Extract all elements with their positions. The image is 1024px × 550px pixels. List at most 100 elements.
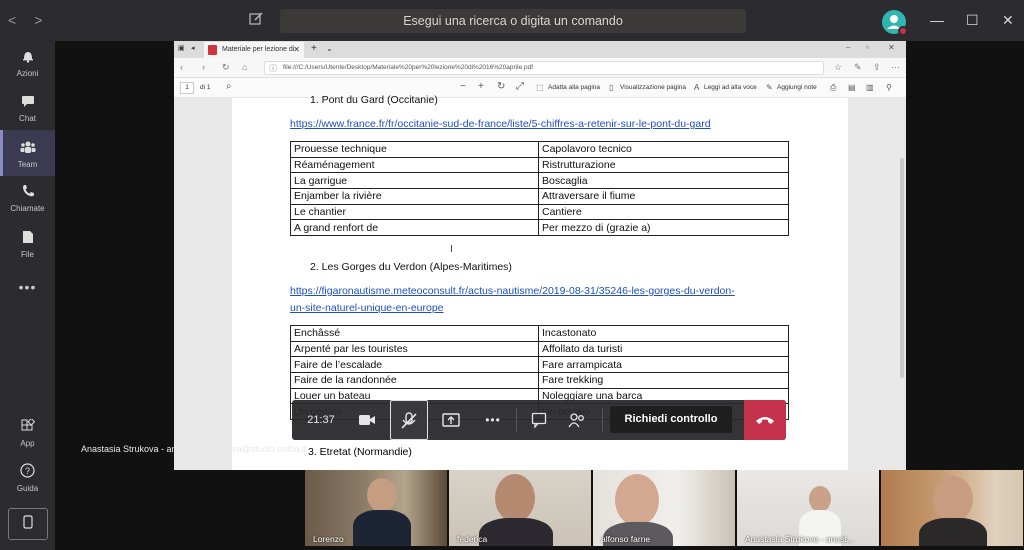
vertical-scrollbar[interactable]: [900, 158, 904, 378]
rail-item-chiamate[interactable]: Chiamate: [0, 184, 55, 220]
table-row: Prouesse technique Capolavoro tecnico: [290, 141, 789, 158]
call-timer: 21:37: [307, 414, 335, 426]
rail-label: Chat: [19, 114, 36, 123]
rail-item-azioni[interactable]: Azioni: [0, 49, 55, 85]
forward-arrow-icon[interactable]: >: [34, 12, 42, 28]
chevron-down-icon[interactable]: ⌄: [326, 44, 333, 53]
close-tab-icon[interactable]: ✕: [293, 42, 300, 58]
save-as-icon[interactable]: ▥: [866, 83, 874, 92]
browser-maximize-button[interactable]: ▫: [866, 43, 869, 52]
french-term-cell: La garrigue: [290, 172, 539, 190]
more-options-icon[interactable]: ⋯: [891, 62, 900, 73]
table-row: Enjamber la rivière Attraversare il fiume: [290, 188, 789, 205]
search-icon[interactable]: ⌕: [226, 81, 232, 92]
pin-icon[interactable]: ⚲: [886, 83, 892, 92]
vocabulary-table: Prouesse technique Capolavoro tecnico Réam…: [290, 141, 789, 237]
french-term-cell: Enchâssé: [290, 325, 539, 342]
tab-actions-icon[interactable]: ▣: [178, 44, 185, 52]
address-bar: ‹ › ↻ ⌂ ⓘ file:///C:/Users/Utente/Deskto…: [174, 58, 906, 78]
print-icon[interactable]: ⎙: [830, 83, 836, 93]
zoom-out-icon[interactable]: −: [460, 81, 466, 92]
participant-name: Anastasia Strukova - anast...: [745, 534, 854, 544]
home-icon[interactable]: ⌂: [242, 62, 247, 72]
share-icon[interactable]: ⇪: [873, 62, 881, 73]
back-arrow-icon[interactable]: <: [8, 12, 16, 28]
french-term-cell: Faire de l’escalade: [290, 356, 539, 374]
fit-page-button[interactable]: Adatta alla pagina: [548, 84, 600, 91]
pen-icon[interactable]: ✎: [854, 62, 862, 73]
hang-up-button[interactable]: [744, 400, 786, 440]
share-screen-button[interactable]: [434, 400, 468, 440]
read-aloud-button[interactable]: Leggi ad alta voce: [704, 84, 757, 91]
info-icon: ⓘ: [269, 64, 277, 73]
more-actions-button[interactable]: •••: [476, 400, 510, 440]
more-icon: •••: [18, 279, 37, 295]
browser-close-button[interactable]: ✕: [888, 43, 895, 52]
favorite-star-icon[interactable]: ☆: [834, 62, 842, 73]
presenter-label: Anastasia Strukova - anastasia.strukova@…: [81, 444, 307, 454]
rotate-icon[interactable]: ↻: [497, 81, 505, 92]
tab-back-icon[interactable]: ◂: [191, 44, 195, 52]
zoom-in-icon[interactable]: +: [478, 81, 484, 92]
table-row: A grand renfort de Per mezzo di (grazie a…: [290, 219, 789, 237]
section-title: 3. Etretat (Normandie): [308, 446, 412, 458]
show-participants-button[interactable]: [560, 400, 594, 440]
page-view-button[interactable]: Visualizzazione pagina: [620, 84, 686, 91]
meeting-controls: 21:37 ••• Richiedi controllo: [292, 400, 786, 440]
rail-item-guida[interactable]: ? Guida: [0, 463, 55, 499]
forward-icon[interactable]: ›: [202, 62, 205, 72]
minimize-button[interactable]: —: [930, 12, 944, 28]
browser-tab[interactable]: Materiale per lezione di ✕: [204, 42, 304, 58]
back-icon[interactable]: ‹: [180, 62, 183, 72]
show-conversation-button[interactable]: [522, 400, 556, 440]
participant-video[interactable]: [881, 470, 1023, 546]
mute-button[interactable]: [390, 400, 428, 440]
add-notes-button[interactable]: Aggiungi note: [777, 84, 817, 91]
source-link[interactable]: https://www.france.fr/fr/occitanie-sud-d…: [290, 118, 711, 130]
divider: [516, 408, 517, 432]
italian-term-cell: Cantiere: [538, 203, 789, 221]
rail-item-file[interactable]: File: [0, 230, 55, 266]
new-tab-button[interactable]: +: [311, 43, 317, 54]
rail-item-chat[interactable]: Chat: [0, 94, 55, 130]
url-field[interactable]: ⓘ file:///C:/Users/Utente/Desktop/Materi…: [264, 61, 824, 75]
teams-title-bar: < > Esegui una ricerca o digita un coman…: [0, 0, 1024, 41]
save-icon[interactable]: ▤: [848, 83, 856, 92]
device-button[interactable]: [8, 508, 48, 540]
pdf-page-continued: 3. Etretat (Normandie): [232, 440, 848, 470]
request-control-button[interactable]: Richiedi controllo: [610, 406, 732, 433]
camera-button[interactable]: [350, 400, 384, 440]
mic-off-icon: [401, 412, 417, 429]
search-input[interactable]: Esegui una ricerca o digita un comando: [280, 9, 746, 33]
more-apps-button[interactable]: •••: [0, 279, 55, 299]
chat-icon: [531, 412, 547, 429]
tab-title: Materiale per lezione di: [222, 46, 295, 53]
rail-item-team[interactable]: Team: [0, 130, 55, 176]
participant-video[interactable]: alfonso farne: [593, 470, 735, 546]
browser-tab-bar: ▣ ◂ Materiale per lezione di ✕ + ⌄ – ▫ ✕: [174, 41, 906, 58]
participant-video[interactable]: federica: [449, 470, 591, 546]
table-row: Le chantier Cantiere: [290, 203, 789, 221]
table-row: Faire de l’escalade Fare arrampicata: [290, 356, 789, 374]
page-number-input[interactable]: 1: [180, 82, 194, 94]
refresh-icon[interactable]: ↻: [222, 62, 230, 73]
italian-term-cell: Capolavoro tecnico: [538, 141, 789, 158]
camera-icon: [359, 415, 375, 426]
rail-item-app[interactable]: App: [0, 417, 55, 455]
page-count: di 1: [200, 84, 211, 91]
participant-figure: [353, 510, 411, 546]
browser-minimize-button[interactable]: –: [846, 43, 850, 52]
participant-video[interactable]: Anastasia Strukova - anast...: [737, 470, 879, 546]
french-term-cell: Faire de la randonnée: [290, 372, 539, 389]
participant-figure: [809, 486, 831, 512]
close-window-button[interactable]: ✕: [1002, 12, 1014, 29]
participant-figure: [495, 474, 535, 522]
source-link[interactable]: https://figaronautisme.meteoconsult.fr/a…: [290, 285, 735, 297]
new-chat-icon[interactable]: [248, 11, 266, 29]
fit-icon[interactable]: ⤢: [516, 81, 524, 92]
participant-video[interactable]: Lorenzo: [305, 470, 447, 546]
italian-term-cell: Fare arrampicata: [538, 356, 789, 374]
maximize-button[interactable]: ☐: [966, 12, 979, 29]
source-link-continued[interactable]: un-site-naturel-unique-en-europe: [290, 302, 444, 314]
avatar[interactable]: [882, 10, 908, 36]
